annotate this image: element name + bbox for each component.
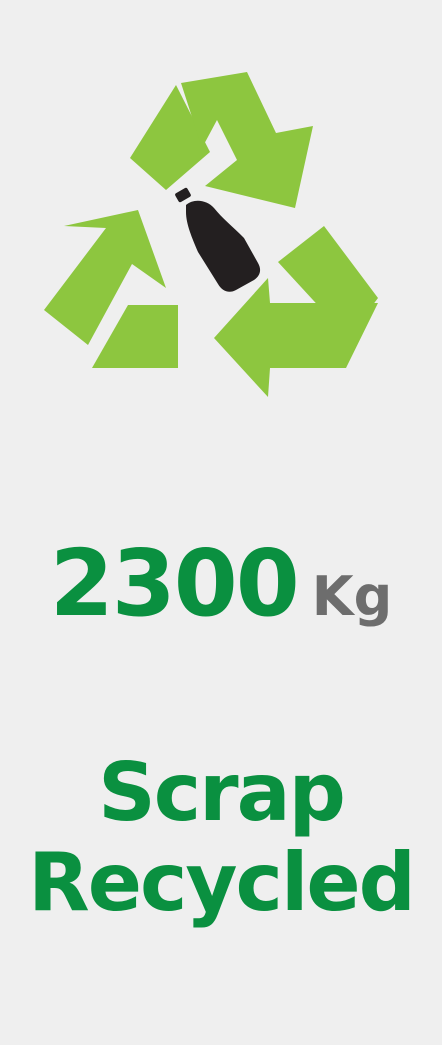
- caption-line-1: Scrap: [98, 746, 346, 839]
- amount-unit: Kg: [311, 565, 393, 628]
- stat-card: 2300 Kg Scrap Recycled: [0, 0, 442, 1045]
- caption: Scrap Recycled: [0, 748, 442, 928]
- recycle-arrow-left-tail: [92, 305, 178, 368]
- caption-line-2: Recycled: [28, 836, 416, 929]
- amount-value: 2300: [49, 530, 300, 637]
- recycle-arrow-top-head: [181, 72, 313, 208]
- recycle-bottle-icon: [44, 72, 378, 397]
- recycled-amount: 2300 Kg: [0, 538, 442, 630]
- bottle-icon: [175, 187, 261, 292]
